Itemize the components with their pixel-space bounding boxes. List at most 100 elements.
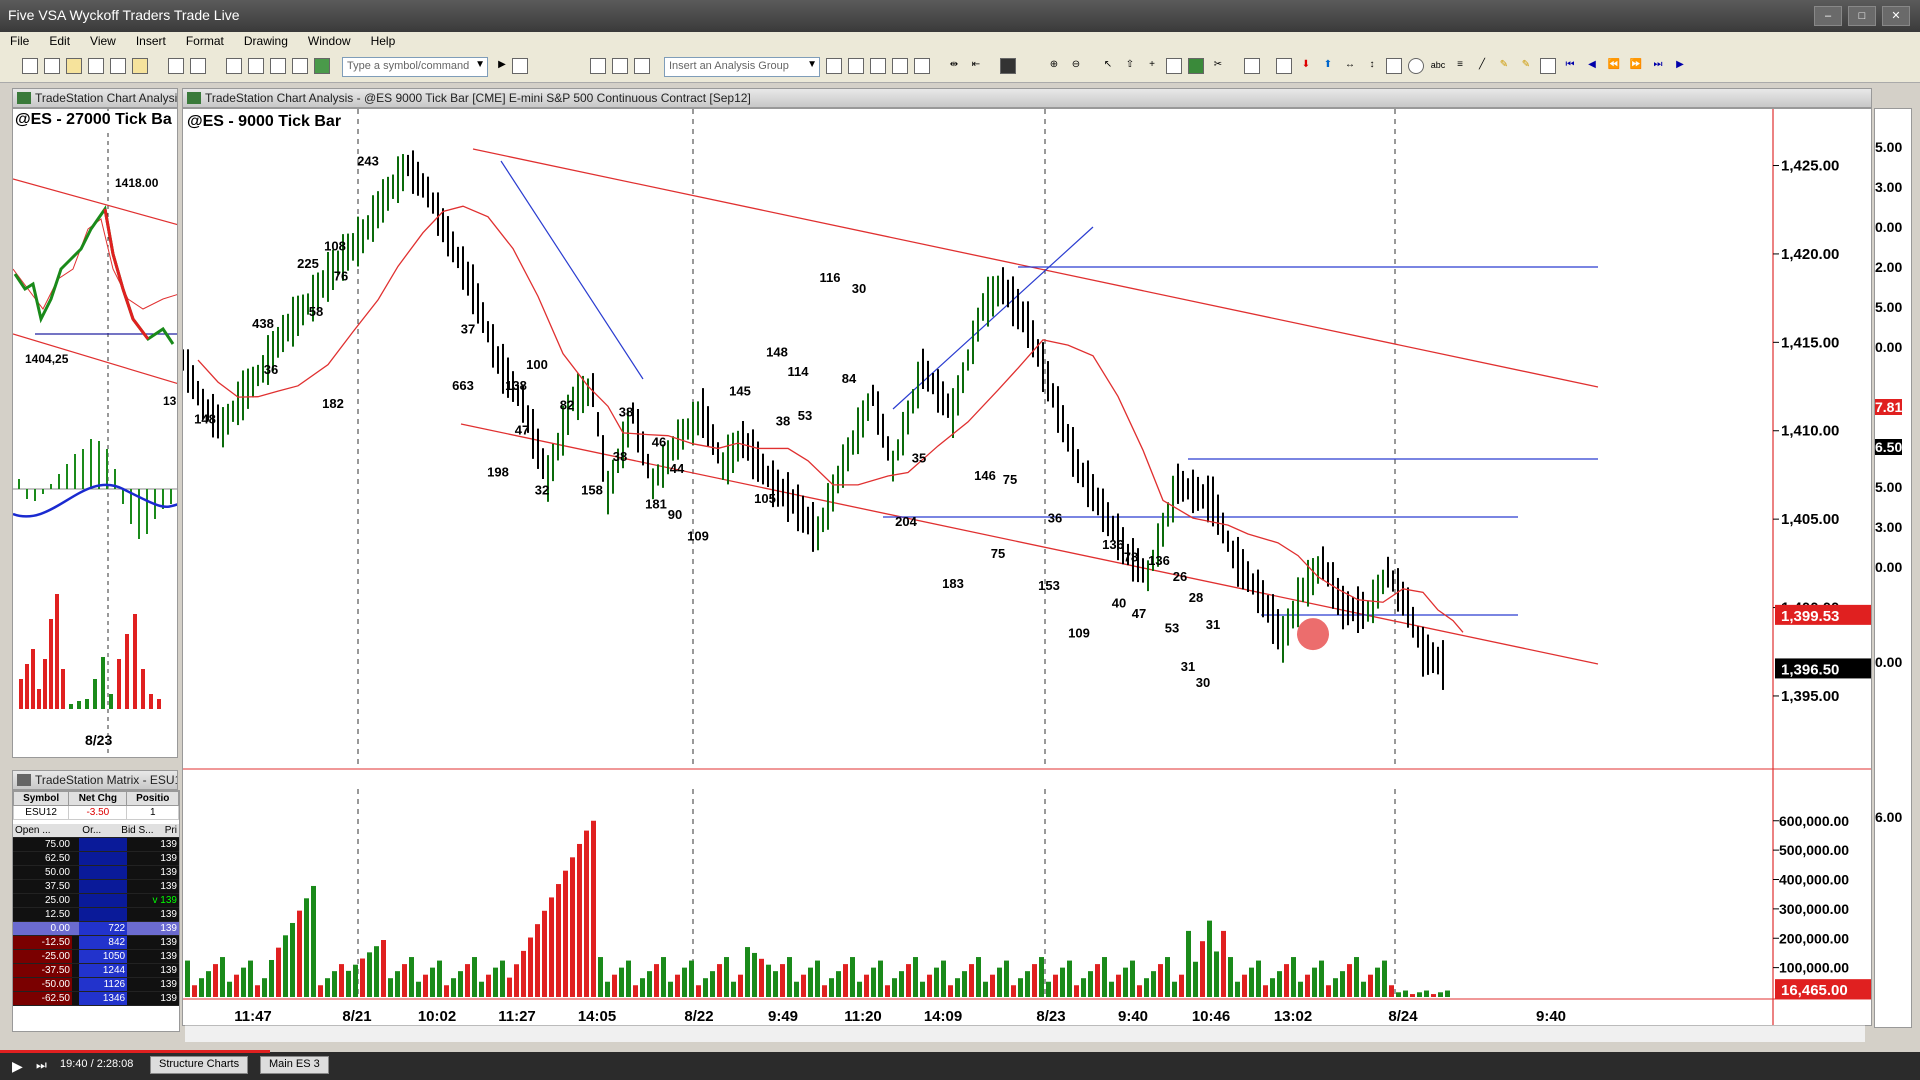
cursor-icon[interactable]: [1166, 58, 1182, 74]
matrix-row[interactable]: 0.00 722 139: [13, 921, 179, 936]
insert-indicator-icon[interactable]: [826, 58, 842, 74]
menu-edit[interactable]: Edit: [39, 32, 80, 52]
window-layout-icon[interactable]: [226, 58, 242, 74]
main-chart[interactable]: 1,425.00 1,420.00 1,415.00 1,410.00 1,405.00…: [182, 108, 1872, 1026]
horizontal-scrollbar[interactable]: [185, 1025, 1865, 1042]
arrow-up-icon[interactable]: ⬆: [1320, 58, 1336, 74]
matrix-row[interactable]: 37.50 139: [13, 879, 179, 894]
step-forward-icon[interactable]: ▶: [1672, 58, 1688, 74]
search-icon[interactable]: [512, 58, 528, 74]
tools-icon[interactable]: ✂: [1210, 58, 1226, 74]
pan-icon[interactable]: ⇧: [1122, 58, 1138, 74]
matrix-row[interactable]: -37.50 1244 139: [13, 963, 179, 978]
go-arrow-icon[interactable]: ▶: [494, 58, 510, 74]
menu-insert[interactable]: Insert: [126, 32, 176, 52]
horizontal-line-icon[interactable]: ↔: [1342, 58, 1358, 74]
minimize-button[interactable]: –: [1814, 6, 1842, 26]
menu-format[interactable]: Format: [176, 32, 234, 52]
open-icon[interactable]: [66, 58, 82, 74]
bar-compress-icon[interactable]: ⇤: [968, 58, 984, 74]
matrix-header[interactable]: Symbol: [13, 791, 70, 806]
apps-icon[interactable]: [314, 58, 330, 74]
menu-drawing[interactable]: Drawing: [234, 32, 298, 52]
matrix-subheader[interactable]: Or...: [70, 824, 104, 838]
matrix-row[interactable]: -12.50 842 139: [13, 935, 179, 950]
menu-file[interactable]: File: [0, 32, 39, 52]
matrix-titlebar[interactable]: TradeStation Matrix - ESU1: [12, 770, 178, 790]
matrix-row[interactable]: 12.50 139: [13, 907, 179, 922]
menu-help[interactable]: Help: [361, 32, 406, 52]
step-back-icon[interactable]: ◀: [1584, 58, 1600, 74]
arrow-down-icon[interactable]: ⬇: [1298, 58, 1314, 74]
print-icon[interactable]: [190, 58, 206, 74]
window-tile-icon[interactable]: [248, 58, 264, 74]
ellipse-icon[interactable]: [1408, 58, 1424, 74]
crosshair-icon[interactable]: +: [1144, 58, 1160, 74]
skip-first-icon[interactable]: ⏮: [1562, 58, 1578, 74]
save-icon[interactable]: [88, 58, 104, 74]
rewind-icon[interactable]: ⏪: [1606, 58, 1622, 74]
left-chart-titlebar[interactable]: TradeStation Chart Analysis: [12, 88, 178, 108]
matrix-symbol[interactable]: ESU12: [13, 805, 70, 820]
menu-view[interactable]: View: [80, 32, 126, 52]
copy-icon[interactable]: [110, 58, 126, 74]
video-progress-bar[interactable]: [0, 1050, 270, 1053]
globe-icon[interactable]: [1188, 58, 1204, 74]
rectangle-icon[interactable]: [1386, 58, 1402, 74]
print-preview-icon[interactable]: [168, 58, 184, 74]
lock-icon[interactable]: [270, 58, 286, 74]
menu-window[interactable]: Window: [298, 32, 361, 52]
chart-tool-icon[interactable]: [1540, 58, 1556, 74]
matrix-header[interactable]: Positio: [126, 791, 179, 806]
close-button[interactable]: ✕: [1882, 6, 1910, 26]
color-icon[interactable]: [1000, 58, 1016, 74]
left-chart[interactable]: 1418.00 1404,25 13 8/23 @ES - 27000 Tick…: [12, 108, 178, 758]
matrix-panel[interactable]: Symbol Net Chg Positio ESU12 -3.50 1 Ope…: [12, 790, 180, 1032]
matrix-row[interactable]: -50.00 1126 139: [13, 977, 179, 992]
symbol-link-icon[interactable]: [914, 58, 930, 74]
fast-forward-icon[interactable]: ⏩: [1628, 58, 1644, 74]
format-icon[interactable]: [870, 58, 886, 74]
matrix-row[interactable]: 50.00 139: [13, 865, 179, 880]
matrix-row[interactable]: 62.50 139: [13, 851, 179, 866]
zoom-in-icon[interactable]: ⊕: [1046, 58, 1062, 74]
matrix-row[interactable]: -25.00 1050 139: [13, 949, 179, 964]
matrix-row[interactable]: 25.00 v 139: [13, 893, 179, 908]
tab-main-es-3[interactable]: Main ES 3: [260, 1056, 329, 1074]
pencil-icon[interactable]: ✎: [1496, 58, 1512, 74]
alert-icon[interactable]: [1244, 58, 1260, 74]
draw-icon[interactable]: [292, 58, 308, 74]
new-workspace-icon[interactable]: [44, 58, 60, 74]
new-icon[interactable]: [22, 58, 38, 74]
symbol-input[interactable]: Type a symbol/command ▼: [342, 57, 488, 77]
matrix-subheader[interactable]: Pri: [155, 824, 179, 838]
vertical-line-icon[interactable]: ↕: [1364, 58, 1380, 74]
chart-icon[interactable]: [590, 58, 606, 74]
refresh-icon[interactable]: [634, 58, 650, 74]
radar-icon[interactable]: [612, 58, 628, 74]
zoom-out-icon[interactable]: ⊖: [1068, 58, 1084, 74]
matrix-header[interactable]: Net Chg: [68, 791, 128, 806]
matrix-subheader[interactable]: Open ...: [13, 824, 71, 838]
brush-icon[interactable]: ✎: [1518, 58, 1534, 74]
insert-strategy-icon[interactable]: [848, 58, 864, 74]
wave-volume-label: 47: [515, 422, 529, 437]
pointer-icon[interactable]: ↖: [1100, 58, 1116, 74]
bar-spacing-icon[interactable]: ⇹: [946, 58, 962, 74]
folder-icon[interactable]: [132, 58, 148, 74]
comment-icon[interactable]: [1276, 58, 1292, 74]
main-chart-titlebar[interactable]: TradeStation Chart Analysis - @ES 9000 T…: [182, 88, 1872, 108]
matrix-row[interactable]: 75.00 139: [13, 838, 179, 852]
trendline-icon[interactable]: ╱: [1474, 58, 1490, 74]
matrix-subheader[interactable]: Bid S...: [103, 824, 156, 838]
play-icon[interactable]: ▶: [12, 1058, 23, 1075]
analysis-group-select[interactable]: Insert an Analysis Group ▼: [664, 57, 820, 77]
matrix-row[interactable]: -62.50 1346 139: [13, 991, 179, 1006]
skip-icon[interactable]: ⏭: [36, 1058, 47, 1073]
text-icon[interactable]: abc: [1430, 58, 1446, 74]
skip-last-icon[interactable]: ⏭: [1650, 58, 1666, 74]
fibonacci-icon[interactable]: ≡: [1452, 58, 1468, 74]
data-window-icon[interactable]: [892, 58, 908, 74]
maximize-button[interactable]: □: [1848, 6, 1876, 26]
tab-structure-charts[interactable]: Structure Charts: [150, 1056, 249, 1074]
